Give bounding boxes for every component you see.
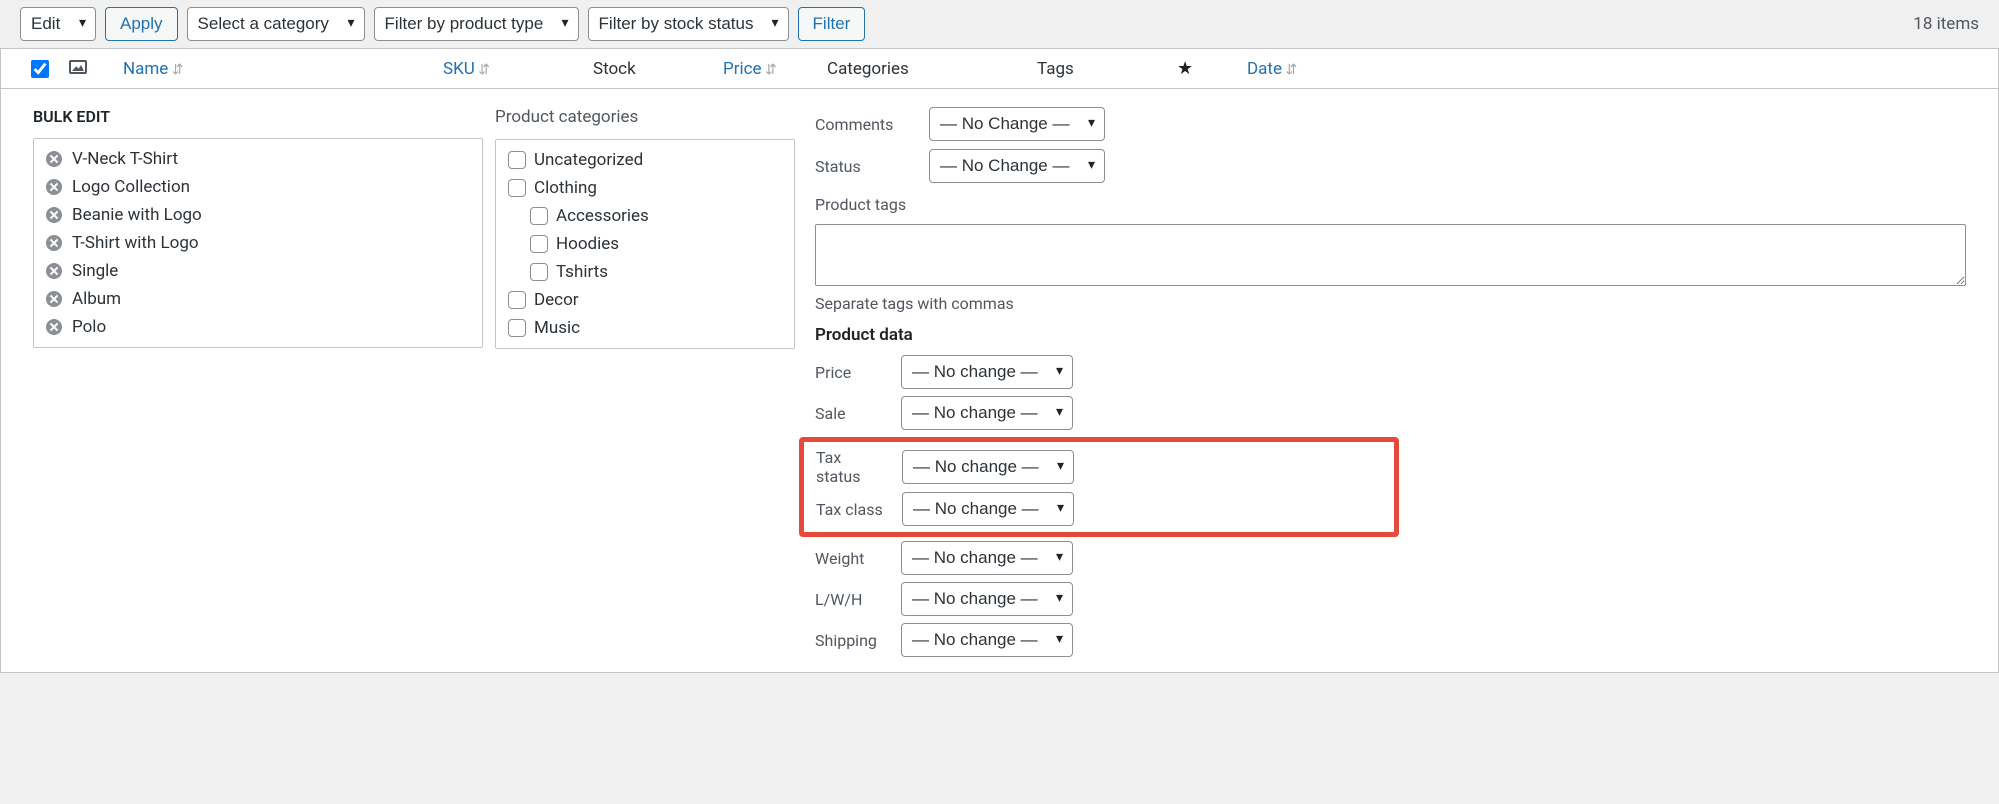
filter-button[interactable]: Filter: [798, 7, 866, 41]
tax-status-select[interactable]: — No change —: [902, 450, 1074, 484]
remove-icon[interactable]: [46, 179, 62, 195]
column-name[interactable]: Name: [123, 59, 443, 79]
list-item: Single: [34, 257, 482, 285]
category-checkbox[interactable]: [508, 179, 526, 197]
tags-hint: Separate tags with commas: [815, 294, 1966, 313]
comments-label: Comments: [815, 115, 915, 134]
product-tags-input[interactable]: [815, 224, 1966, 286]
category-item: Hoodies: [508, 230, 782, 258]
category-item: Clothing: [508, 174, 782, 202]
weight-select[interactable]: — No change —: [901, 541, 1073, 575]
category-item: Decor: [508, 286, 782, 314]
lwh-select[interactable]: — No change —: [901, 582, 1073, 616]
weight-label: Weight: [815, 549, 887, 568]
sale-select[interactable]: — No change —: [901, 396, 1073, 430]
column-price[interactable]: Price: [723, 59, 827, 79]
column-categories: Categories: [827, 59, 1037, 79]
category-item: Music: [508, 314, 782, 342]
table-header: Name SKU Stock Price Categories Tags ★ D…: [1, 49, 1998, 89]
category-checkbox[interactable]: [530, 235, 548, 253]
category-filter-select[interactable]: Select a category: [187, 7, 365, 41]
categories-heading: Product categories: [495, 107, 795, 127]
category-checkbox[interactable]: [508, 319, 526, 337]
status-select[interactable]: — No Change —: [929, 149, 1105, 183]
category-item: Uncategorized: [508, 146, 782, 174]
category-item: Accessories: [508, 202, 782, 230]
product-type-filter-select[interactable]: Filter by product type: [374, 7, 579, 41]
bulk-edit-heading: BULK EDIT: [33, 107, 483, 126]
tax-fields-highlight: Tax status — No change — Tax class — No …: [799, 437, 1399, 537]
remove-icon[interactable]: [46, 235, 62, 251]
category-checkbox[interactable]: [508, 291, 526, 309]
lwh-label: L/W/H: [815, 590, 887, 609]
remove-icon[interactable]: [46, 151, 62, 167]
list-item: Logo Collection: [34, 173, 482, 201]
list-item: Polo: [34, 313, 482, 341]
item-count: 18 items: [1913, 14, 1979, 34]
apply-button[interactable]: Apply: [105, 7, 178, 41]
bulk-action-select[interactable]: Edit: [20, 7, 96, 41]
list-item: Beanie with Logo: [34, 201, 482, 229]
stock-status-filter-select[interactable]: Filter by stock status: [588, 7, 789, 41]
bulk-products-list: V-Neck T-Shirt Logo Collection Beanie wi…: [33, 138, 483, 348]
price-select[interactable]: — No change —: [901, 355, 1073, 389]
status-label: Status: [815, 157, 915, 176]
shipping-label: Shipping: [815, 631, 887, 650]
tax-class-label: Tax class: [804, 500, 888, 519]
comments-select[interactable]: — No Change —: [929, 107, 1105, 141]
top-toolbar: Edit Apply Select a category Filter by p…: [0, 0, 1999, 49]
column-stock: Stock: [593, 59, 723, 79]
category-checkbox[interactable]: [530, 207, 548, 225]
remove-icon[interactable]: [46, 319, 62, 335]
category-checkbox[interactable]: [530, 263, 548, 281]
price-label: Price: [815, 363, 887, 382]
remove-icon[interactable]: [46, 291, 62, 307]
list-item: V-Neck T-Shirt: [34, 145, 482, 173]
featured-column-icon: ★: [1177, 58, 1193, 79]
list-item: T-Shirt with Logo: [34, 229, 482, 257]
category-item: Tshirts: [508, 258, 782, 286]
remove-icon[interactable]: [46, 207, 62, 223]
list-item: Album: [34, 285, 482, 313]
product-data-heading: Product data: [815, 325, 1966, 345]
remove-icon[interactable]: [46, 263, 62, 279]
category-checkbox[interactable]: [508, 151, 526, 169]
bulk-edit-panel: BULK EDIT V-Neck T-Shirt Logo Collection…: [1, 89, 1998, 672]
categories-list: Uncategorized Clothing Accessories Hoodi…: [495, 139, 795, 349]
image-column-icon: [69, 60, 87, 74]
product-tags-label: Product tags: [815, 195, 1966, 214]
select-all-checkbox[interactable]: [31, 60, 49, 78]
shipping-select[interactable]: — No change —: [901, 623, 1073, 657]
tax-status-label: Tax status: [804, 448, 888, 486]
column-tags: Tags: [1037, 59, 1177, 79]
column-date[interactable]: Date: [1247, 59, 1347, 79]
column-sku[interactable]: SKU: [443, 59, 593, 79]
sale-label: Sale: [815, 404, 887, 423]
tax-class-select[interactable]: — No change —: [902, 492, 1074, 526]
